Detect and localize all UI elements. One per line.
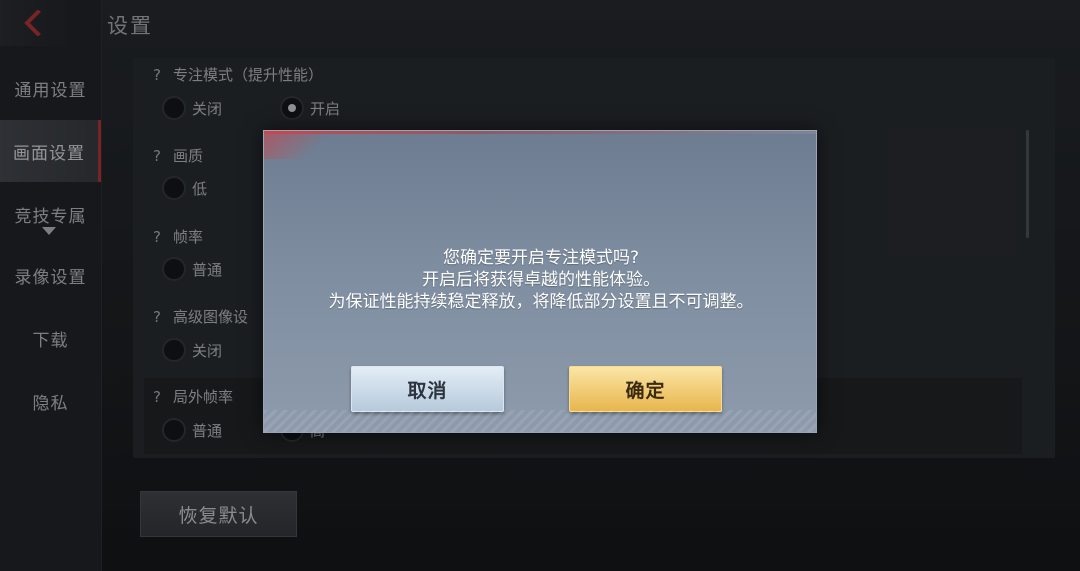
cancel-button[interactable]: 取消 [351,366,504,412]
dialog-message: 您确定要开启专注模式吗? 开启后将获得卓越的性能体验。 为保证性能持续稳定释放，… [264,247,816,313]
dialog-message-line: 您确定要开启专注模式吗? [442,248,640,268]
confirm-button[interactable]: 确定 [569,366,722,412]
dialog-corner-decoration [264,131,334,159]
dialog-stripe-decoration [264,410,816,432]
confirm-dialog: 您确定要开启专注模式吗? 开启后将获得卓越的性能体验。 为保证性能持续稳定释放，… [263,130,817,433]
dialog-accent [264,131,816,134]
dialog-message-line: 为保证性能持续稳定释放，将降低部分设置且不可调整。 [328,292,754,312]
dialog-message-line: 开启后将获得卓越的性能体验。 [422,270,660,290]
